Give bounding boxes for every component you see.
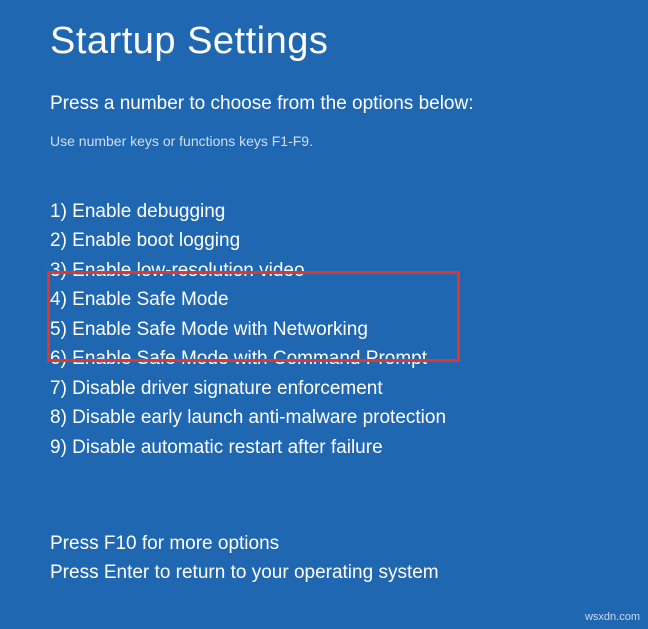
- option-9-disable-auto-restart[interactable]: 9) Disable automatic restart after failu…: [50, 433, 598, 462]
- option-3-low-res-video[interactable]: 3) Enable low-resolution video: [50, 256, 598, 285]
- key-hint: Use number keys or functions keys F1-F9.: [50, 133, 598, 149]
- option-2-boot-logging[interactable]: 2) Enable boot logging: [50, 226, 598, 255]
- footer-return: Press Enter to return to your operating …: [50, 559, 439, 588]
- option-7-disable-driver-sig[interactable]: 7) Disable driver signature enforcement: [50, 374, 598, 403]
- footer: Press F10 for more options Press Enter t…: [50, 530, 439, 587]
- option-1-debugging[interactable]: 1) Enable debugging: [50, 197, 598, 226]
- option-6-safe-mode-cmd[interactable]: 6) Enable Safe Mode with Command Prompt: [50, 344, 598, 373]
- instruction-subtitle: Press a number to choose from the option…: [50, 93, 598, 115]
- option-4-safe-mode[interactable]: 4) Enable Safe Mode: [50, 285, 598, 314]
- options-list: 1) Enable debugging 2) Enable boot loggi…: [50, 197, 598, 462]
- page-title: Startup Settings: [50, 20, 598, 63]
- watermark: wsxdn.com: [585, 611, 640, 623]
- option-8-disable-antimalware[interactable]: 8) Disable early launch anti-malware pro…: [50, 403, 598, 432]
- option-5-safe-mode-networking[interactable]: 5) Enable Safe Mode with Networking: [50, 315, 598, 344]
- footer-more-options: Press F10 for more options: [50, 530, 439, 559]
